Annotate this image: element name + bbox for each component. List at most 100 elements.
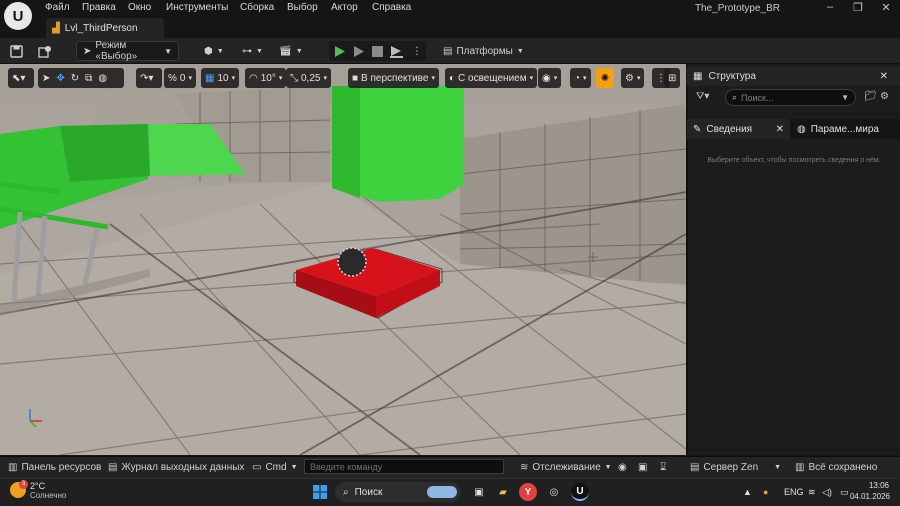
- output-log-button[interactable]: ▤ Журнал выходных данных: [108, 459, 244, 475]
- surface-snap-icon[interactable]: ↷▾: [136, 68, 162, 88]
- close-icon[interactable]: ✕: [776, 124, 784, 135]
- lighting-label: С освещением: [458, 72, 527, 84]
- rotation-snap-toggle[interactable]: % 0 ▾: [164, 68, 196, 88]
- menu-select[interactable]: Выбор: [287, 2, 318, 13]
- record-icon[interactable]: ◉: [618, 459, 627, 475]
- save-icon[interactable]: [10, 41, 23, 61]
- tab-world-label: Параме...мира: [810, 123, 879, 135]
- weather-badge: 3: [19, 480, 28, 489]
- scale-snap-toggle[interactable]: ⤡ 0,25 ▾: [286, 68, 331, 88]
- add-folder-icon[interactable]: 📁︎: [864, 91, 877, 102]
- chevron-down-icon: ▼: [604, 463, 612, 471]
- eye-icon: ◉: [542, 72, 551, 84]
- rotation-snap-value: 0: [179, 72, 186, 84]
- cinematics-button[interactable]: 🎬︎ ▼: [279, 41, 303, 61]
- save-status[interactable]: ▥ Всё сохранено: [795, 459, 877, 475]
- content-browser-button[interactable]: ▥ Панель ресурсов: [8, 459, 101, 475]
- stop-button[interactable]: [372, 41, 383, 61]
- clock-time[interactable]: 13:06: [857, 481, 889, 490]
- perspective-label: В перспективе: [361, 72, 429, 84]
- tab-details[interactable]: ✎ Сведения ✕: [687, 119, 790, 139]
- play-button[interactable]: [334, 41, 346, 61]
- wifi-icon[interactable]: ≋: [808, 487, 816, 498]
- mode-select-dropdown[interactable]: ➤ Режим «Выбор» ▼: [76, 40, 179, 62]
- tray-chevron-up-icon[interactable]: ▲: [743, 487, 752, 497]
- blueprints-button[interactable]: ⊶ ▼: [242, 41, 263, 61]
- close-window-icon[interactable]: ✕: [874, 1, 898, 17]
- clock-date[interactable]: 04.01.2026: [846, 492, 890, 501]
- unreal-logo-icon[interactable]: U: [4, 2, 32, 30]
- tray-app-icon[interactable]: ●: [763, 487, 768, 497]
- select-tool-icon[interactable]: ➤: [42, 73, 50, 84]
- yandex-browser-icon[interactable]: Y: [519, 483, 537, 501]
- layout-icon[interactable]: ⊞: [664, 68, 681, 88]
- menu-file[interactable]: Файл: [45, 2, 70, 13]
- viewport-settings-button[interactable]: ⚙ ▾: [621, 68, 645, 88]
- move-tool-icon[interactable]: ✥: [56, 73, 64, 84]
- performance-button[interactable]: ◔ ▾: [570, 68, 591, 88]
- menu-build[interactable]: Сборка: [240, 2, 274, 13]
- chevron-down-icon: ▼: [516, 47, 524, 55]
- grid-snap-toggle[interactable]: ▦ 10 ▾: [201, 68, 240, 88]
- world-space-icon[interactable]: ◍: [98, 73, 107, 84]
- menu-tools[interactable]: Инструменты: [166, 2, 228, 13]
- windows-start-icon[interactable]: [311, 483, 329, 501]
- search-icon: ⌕: [732, 92, 738, 102]
- language-indicator[interactable]: ENG: [784, 487, 804, 497]
- play-options-icon[interactable]: ⋮: [412, 41, 422, 61]
- content-browser-icon[interactable]: [38, 41, 52, 61]
- volume-icon[interactable]: ◁): [822, 487, 832, 498]
- camera-capture-icon[interactable]: ▣: [638, 459, 647, 475]
- filter-icon[interactable]: ⛛▾: [696, 91, 709, 102]
- close-icon[interactable]: ✕: [880, 71, 888, 82]
- zen-server-dropdown[interactable]: ▤ Сервер Zen ▼: [690, 459, 781, 475]
- select-mode-icon[interactable]: ⬉▾: [8, 68, 34, 88]
- level-icon: ▟: [52, 22, 60, 34]
- trace-dropdown[interactable]: ≋ Отслеживание ▼: [520, 459, 612, 475]
- realtime-toggle-icon[interactable]: ✺: [596, 68, 614, 88]
- level-viewport[interactable]: [0, 64, 686, 455]
- tab-world-settings[interactable]: ◍ Параме...мира: [791, 119, 899, 139]
- rotate-tool-icon[interactable]: ↻: [71, 73, 79, 84]
- chevron-down-icon: ▼: [164, 46, 172, 56]
- show-flags-button[interactable]: ◉ ▾: [538, 68, 562, 88]
- maximize-icon[interactable]: ❐: [846, 1, 870, 17]
- eject-button[interactable]: [390, 41, 404, 61]
- angle-snap-value: 10°: [260, 72, 276, 84]
- task-view-icon[interactable]: ▣: [470, 483, 488, 501]
- lighting-dropdown[interactable]: ◐ С освещением ▾: [445, 68, 538, 88]
- taskbar-search-label: Поиск: [354, 486, 383, 498]
- save-status-icon: ▥: [795, 461, 805, 473]
- terminal-icon: ▭: [252, 461, 262, 473]
- server-icon: ▤: [690, 461, 700, 473]
- lit-sphere-icon: ◐: [449, 72, 456, 84]
- unreal-engine-taskbar-icon[interactable]: U: [571, 483, 589, 501]
- settings-gear-icon[interactable]: ⚙: [880, 91, 889, 102]
- chevron-down-icon: ▼: [256, 47, 263, 55]
- scale-tool-icon[interactable]: ⧉: [85, 73, 92, 84]
- command-input[interactable]: Введите команду: [304, 459, 504, 474]
- menu-actor[interactable]: Актор: [331, 2, 358, 13]
- cmd-dropdown[interactable]: ▭ Cmd ▼: [252, 459, 298, 475]
- angle-snap-toggle[interactable]: ◠ 10° ▾: [245, 68, 287, 88]
- obs-icon[interactable]: ◎: [545, 483, 563, 501]
- simulate-button[interactable]: [353, 41, 365, 61]
- add-actor-button[interactable]: ⬢ ▼: [204, 41, 224, 61]
- menu-edit[interactable]: Правка: [82, 2, 116, 13]
- outliner-search-input[interactable]: ⌕ Поиск... ▼: [725, 89, 856, 106]
- minimize-icon[interactable]: –: [818, 1, 842, 17]
- platforms-button[interactable]: ▤ Платформы ▼: [443, 41, 524, 61]
- chevron-down-icon: ▼: [290, 463, 298, 471]
- level-tab[interactable]: ▟ Lvl_ThirdPerson: [46, 18, 164, 38]
- weather-temp: 2°C: [30, 481, 46, 491]
- menu-window[interactable]: Окно: [128, 2, 151, 13]
- scale-snap-icon: ⤡: [290, 72, 298, 84]
- grid-snap-value: 10: [217, 72, 229, 84]
- weather-desc: Солнечно: [30, 491, 67, 500]
- hourglass-icon[interactable]: ⌛︎: [660, 459, 666, 475]
- menu-help[interactable]: Справка: [372, 2, 411, 13]
- taskbar-search[interactable]: ⌕ Поиск: [335, 482, 461, 502]
- gauge-icon: ◔: [574, 72, 581, 84]
- file-explorer-icon[interactable]: ▰: [494, 483, 512, 501]
- perspective-dropdown[interactable]: ■ В перспективе ▾: [348, 68, 439, 88]
